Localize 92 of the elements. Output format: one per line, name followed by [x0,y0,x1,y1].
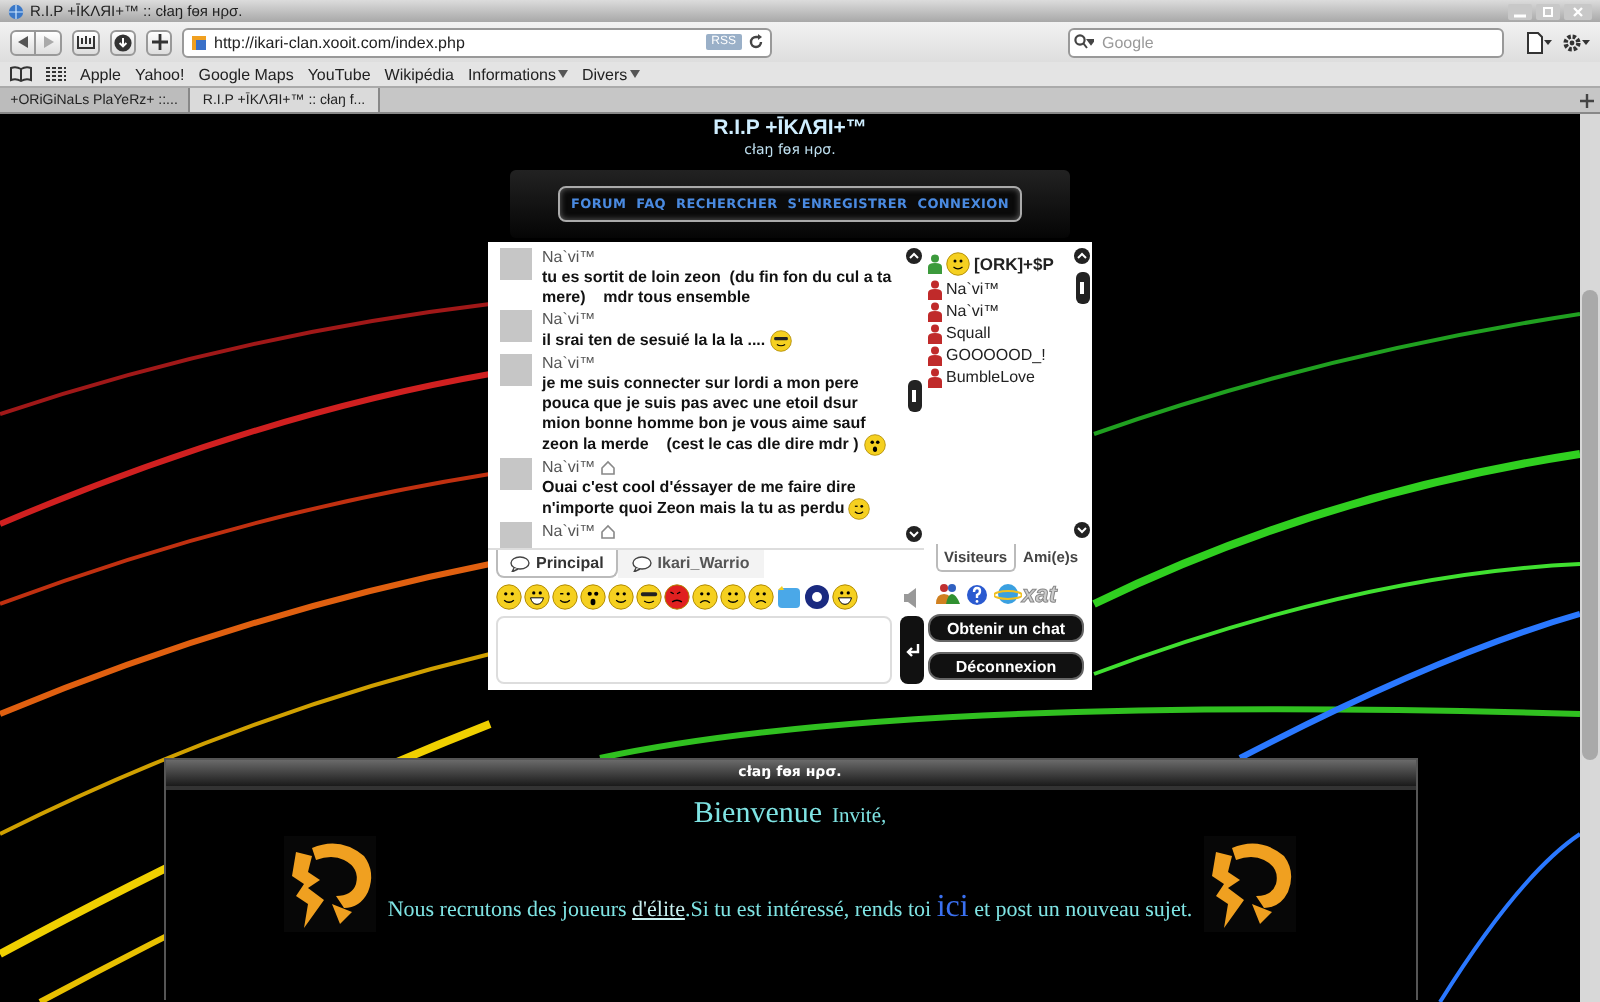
chat-button[interactable]: Déconnexion [928,652,1084,680]
add-bookmark-button[interactable] [146,29,172,55]
bookmark-link[interactable]: Apple [80,65,121,83]
avatar-placeholder [500,522,532,548]
caret-icon [629,70,640,78]
page-icon[interactable] [1526,31,1552,53]
toolbar-button[interactable] [72,29,100,55]
message-text: il srai ten de sesuié la la la .... [542,330,898,352]
forward-arrow-icon [42,36,54,48]
ball-icon[interactable] [804,584,830,610]
speech-bubble-icon [631,555,652,571]
user-name[interactable]: Na`vi™ [946,302,1000,320]
message-author[interactable]: Na`vi™ [542,458,596,478]
smiley-icon [848,498,871,520]
fox-emblem-drawing [283,836,376,932]
avatar-placeholder [500,354,532,386]
user-name[interactable]: Na`vi™ [946,280,1000,298]
search-field[interactable]: Google [1068,27,1504,57]
bookmark-menu[interactable]: Informations [467,65,568,83]
scrollbar[interactable] [1580,114,1600,1002]
tray-icon [76,34,96,50]
avatar-placeholder [500,458,532,490]
message-text: tu es sortit de loin zeon (du fin fon du cul a ta mere) mdr tous ensemble [542,268,894,308]
guest-label: Invité, [832,806,887,828]
avatar-placeholder [500,310,532,342]
back-arrow-icon [17,36,29,48]
return-arrow-icon [904,642,921,658]
smiley-icon [863,434,886,456]
smiley-icon [524,584,550,610]
bookmark-link[interactable]: YouTube [307,65,371,83]
search-icon [1074,34,1094,50]
smiley-icon [664,584,690,610]
message-author[interactable]: Na`vi™ [542,522,596,542]
recruitment-text: Nous recrutons des joueurs d'élite.Si tu est intéressé, rends toi ici et post un nouveau sujet. [387,890,1193,926]
smiley-icon [636,584,662,610]
scroll-up-icon[interactable] [1074,248,1090,264]
chat-tab[interactable]: Ikari_Warrio [617,550,764,578]
plus-icon [151,34,167,50]
scrollbar-thumb[interactable] [907,379,921,411]
site-title: R.I.P +ĪKΛЯI+™ [713,116,867,142]
smiley-icon [580,584,606,610]
send-button[interactable] [900,616,924,684]
scrollbar-thumb[interactable] [1582,290,1598,760]
avatar-placeholder [500,248,532,280]
smiley-icon [496,584,522,610]
user-name[interactable]: GOOOOOD_! [946,346,1046,364]
scroll-up-icon[interactable] [906,248,922,264]
user-name[interactable]: [ORK]+$P [974,254,1054,274]
download-icon [114,33,132,51]
chat-tab[interactable]: Principal [496,550,618,578]
help-icon[interactable] [966,583,988,606]
user-name[interactable]: BumbleLove [946,368,1035,386]
scroll-down-icon[interactable] [906,526,922,542]
book-icon[interactable] [10,66,32,82]
smiley-icon [769,330,792,352]
scroll-down-icon[interactable] [1074,522,1090,539]
welcome-heading: Bienvenue [693,798,823,832]
smiley-icon [720,584,746,610]
bookmark-link[interactable]: Google Maps [198,65,294,83]
smiley-icon [748,584,774,610]
message-author[interactable]: Na`vi™ [542,310,596,330]
toolbar-button[interactable] [110,29,136,55]
message-author[interactable]: Na`vi™ [542,354,596,374]
back-button[interactable] [10,29,36,55]
user-name[interactable]: Squall [946,324,991,342]
group-icon[interactable] [936,582,960,607]
message-field[interactable] [496,616,893,684]
smiley-icon [608,584,634,610]
smiley-icon [552,584,578,610]
here-link[interactable]: ici [936,890,969,924]
reload-icon[interactable] [748,34,764,50]
grid-icon[interactable] [46,66,66,82]
favicon-icon [190,33,208,51]
gear-icon[interactable] [1562,31,1590,53]
scrollbar-thumb[interactable] [1075,272,1089,304]
fox-emblem-drawing [1204,836,1297,932]
bookmark-menu[interactable]: Divers [581,65,640,83]
bookmark-link[interactable]: Wikipédia [384,65,454,83]
smiley-icon [832,584,858,610]
chat-button[interactable]: Obtenir un chat [928,614,1084,643]
new-tab-icon[interactable] [1580,93,1594,107]
message-text: Ouai c'est cool d'éssayer de me faire dire n'importe quoi Zeon mais la tu as perdu [542,478,898,520]
speech-bubble-icon [510,555,530,571]
elite-link[interactable]: d'élite [632,898,685,922]
smiley-icon [692,584,718,610]
caret-icon [557,70,568,78]
speaker-icon[interactable] [902,585,922,609]
message-author[interactable]: Na`vi™ [542,248,596,268]
message-text: je me suis connecter sur lordi a mon pere pouca que je suis pas avec une etoil dsur mion bonne homme bon je vous aime sauf zeon la merde (cest le cas dle dire mdr ) [542,374,898,456]
tile-icon[interactable] [776,584,802,610]
bookmark-link[interactable]: Yahoo! [134,65,185,83]
globe-icon [8,3,24,19]
